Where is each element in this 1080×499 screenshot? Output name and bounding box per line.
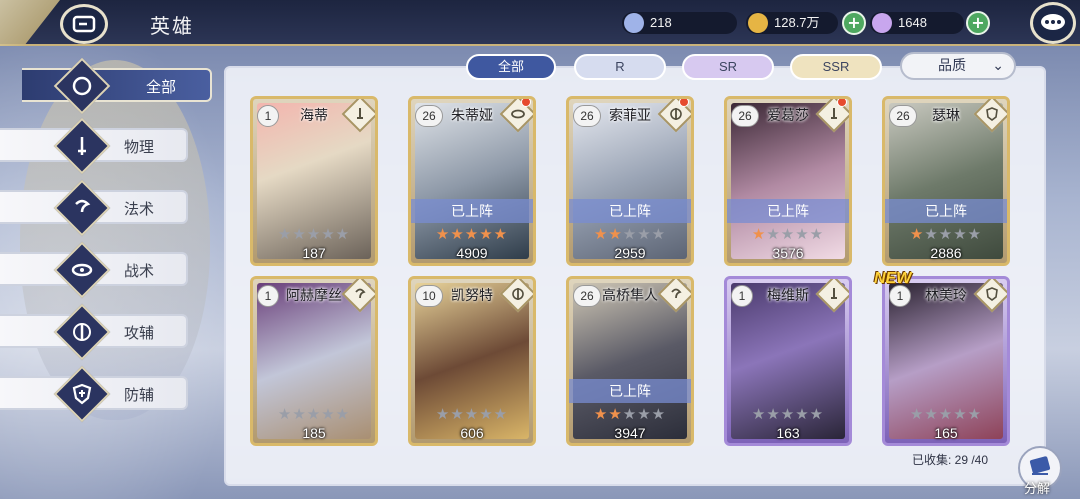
hero-card[interactable]: 1 梅维斯 ★★★★★ 163 [724, 276, 852, 446]
gem-value: 1648 [898, 15, 927, 30]
chat-icon [1041, 14, 1065, 30]
hero-power: 2959 [614, 245, 646, 261]
hero-power: 163 [776, 425, 800, 441]
deployed-banner: 已上阵 [569, 199, 691, 223]
gem-resource: 1648 [870, 12, 964, 34]
hero-card[interactable]: 26 索菲亚 已上阵 ★★★★★ 2959 [566, 96, 694, 266]
hero-power: 187 [302, 245, 326, 261]
hero-card[interactable]: 10 凯努特 ★★★★★ 606 [408, 276, 536, 446]
tab-sr[interactable]: SR [682, 54, 774, 80]
deployed-banner: 已上阵 [727, 199, 849, 223]
add-gold-button[interactable]: + [842, 11, 866, 35]
hero-stars: ★★★★★ [751, 225, 825, 243]
hero-power: 4909 [456, 245, 488, 261]
gold-coin-icon [748, 13, 768, 33]
back-button[interactable] [60, 4, 108, 44]
sidebar-item-label: 全部 [146, 79, 177, 96]
corner-decoration [0, 0, 60, 46]
new-badge: NEW [874, 270, 912, 287]
collected-count: 已收集: 29 /40 [912, 453, 989, 467]
hero-card[interactable]: 1 海蒂 ★★★★★ 187 [250, 96, 378, 266]
sidebar-item-label: 攻辅 [124, 325, 155, 342]
gold-value: 128.7万 [774, 15, 820, 30]
chevron-down-icon: ⌄ [992, 58, 1004, 74]
notification-dot [679, 99, 689, 107]
hero-stars: ★★★★★ [435, 405, 509, 423]
quality-dropdown[interactable]: 品质 ⌄ [900, 52, 1016, 80]
notification-dot [837, 99, 847, 107]
crystal-resource: 218 [622, 12, 737, 34]
page-title: 英雄 [150, 16, 194, 38]
hero-power: 2886 [930, 245, 962, 261]
hero-card[interactable]: 26 瑟琳 已上阵 ★★★★★ 2886 [882, 96, 1010, 266]
hero-power: 3576 [772, 245, 804, 261]
sidebar-item-label: 战术 [124, 263, 155, 280]
hero-power: 165 [934, 425, 958, 441]
hero-stars: ★★★★★ [435, 225, 509, 243]
background-ornament [20, 60, 210, 420]
hero-stars: ★★★★★ [277, 405, 351, 423]
crystal-value: 218 [650, 15, 672, 30]
notification-dot [521, 99, 531, 107]
hero-card[interactable]: 26 爱葛莎 已上阵 ★★★★★ 3576 [724, 96, 852, 266]
sidebar-item-label: 物理 [124, 139, 155, 156]
add-gem-button[interactable]: + [966, 11, 990, 35]
deployed-banner: 已上阵 [569, 379, 691, 403]
gem-icon [872, 13, 892, 33]
chat-button[interactable] [1030, 2, 1076, 44]
tab-all[interactable]: 全部 [466, 54, 556, 80]
hero-power: 3947 [614, 425, 646, 441]
hero-stars: ★★★★★ [277, 225, 351, 243]
hero-stars: ★★★★★ [909, 225, 983, 243]
hero-stars: ★★★★★ [751, 405, 825, 423]
crystal-icon [624, 13, 644, 33]
hero-power: 185 [302, 425, 326, 441]
hero-power: 606 [460, 425, 484, 441]
sidebar-item-all[interactable]: 全部 [22, 68, 212, 102]
quality-label: 品质 [938, 58, 966, 74]
sidebar-item-label: 防辅 [124, 387, 155, 404]
tab-ssr[interactable]: SSR [790, 54, 882, 80]
gold-resource: 128.7万 [746, 12, 838, 34]
deployed-banner: 已上阵 [411, 199, 533, 223]
decompose-label: 分解 [1024, 481, 1051, 496]
hero-card[interactable]: 1 阿赫摩丝 ★★★★★ 185 [250, 276, 378, 446]
tab-r[interactable]: R [574, 54, 666, 80]
hero-stars: ★★★★★ [909, 405, 983, 423]
hero-card[interactable]: 1 林美玲 ★★★★★ 165 [882, 276, 1010, 446]
back-arrow-icon [72, 15, 96, 33]
top-bar: 英雄 218 128.7万 + 1648 + [0, 0, 1080, 46]
deployed-banner: 已上阵 [885, 199, 1007, 223]
sidebar-item-label: 法术 [124, 201, 155, 218]
hero-stars: ★★★★★ [593, 405, 667, 423]
hero-stars: ★★★★★ [593, 225, 667, 243]
hero-card[interactable]: 26 朱蒂娅 已上阵 ★★★★★ 4909 [408, 96, 536, 266]
hero-card[interactable]: 26 高桥隼人 已上阵 ★★★★★ 3947 [566, 276, 694, 446]
